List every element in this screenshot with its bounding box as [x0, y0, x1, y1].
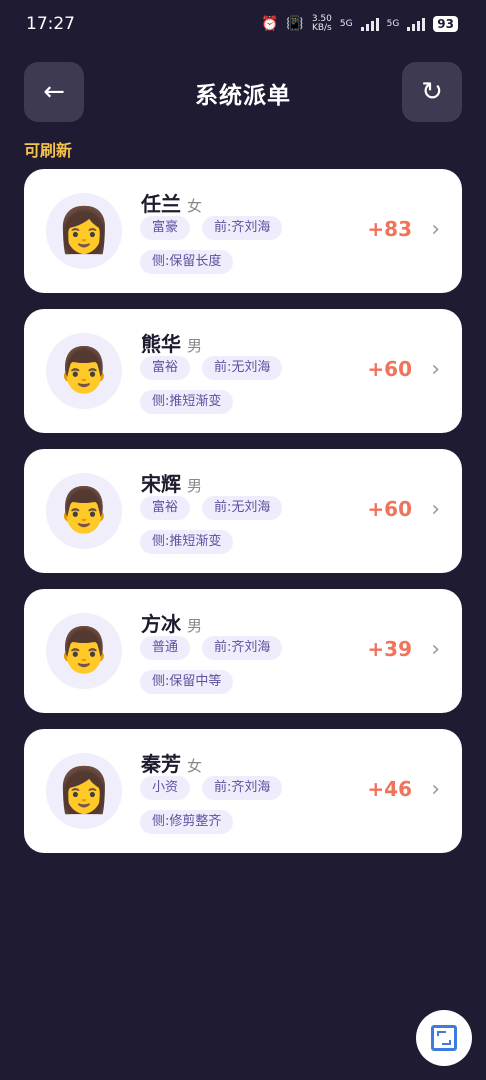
- order-card[interactable]: 👩 任兰女 富豪 前:齐刘海 侧:保留长度 +83 ›: [24, 169, 462, 293]
- name-text: 熊华: [141, 332, 181, 356]
- status-time: 17:27: [26, 14, 75, 34]
- gender-label: 女: [187, 197, 203, 215]
- front-style-tag: 前:齐刘海: [202, 216, 283, 240]
- wealth-tag: 富豪: [140, 216, 191, 240]
- side-style-tag: 侧:修剪整齐: [140, 810, 234, 834]
- wealth-tag: 普通: [140, 636, 191, 660]
- speed-unit: KB/s: [311, 23, 332, 33]
- chevron-right-icon: ›: [431, 777, 440, 802]
- network-speed: 3.50 KB/s: [312, 15, 332, 33]
- man-avatar-icon: 👨: [56, 625, 112, 676]
- refresh-icon: ↻: [421, 77, 443, 107]
- side-style-tag: 侧:推短渐变: [140, 390, 234, 414]
- name-text: 任兰: [141, 192, 181, 216]
- vibrate-icon: 📳: [286, 16, 304, 32]
- gender-label: 男: [187, 617, 203, 635]
- name-text: 秦芳: [141, 752, 181, 776]
- order-card[interactable]: 👩 秦芳女 小资 前:齐刘海 侧:修剪整齐 +46 ›: [24, 729, 462, 853]
- score-value: +83: [367, 217, 412, 241]
- battery-indicator: 93: [433, 16, 458, 32]
- name-text: 宋辉: [141, 472, 181, 496]
- score-value: +60: [367, 497, 412, 521]
- header: ← 系统派单 ↻: [0, 62, 486, 122]
- side-style-tag: 侧:保留中等: [140, 670, 234, 694]
- signal-icon-2: [407, 17, 426, 31]
- customer-name: 方冰男: [141, 608, 202, 637]
- refresh-button[interactable]: ↻: [402, 62, 462, 122]
- score-value: +39: [367, 637, 412, 661]
- customer-name: 宋辉男: [141, 468, 202, 497]
- avatar: 👨: [46, 473, 122, 549]
- customer-name: 秦芳女: [141, 748, 202, 777]
- side-style-tag: 侧:推短渐变: [140, 530, 234, 554]
- side-style-tag: 侧:保留长度: [140, 250, 234, 274]
- front-style-tag: 前:齐刘海: [202, 636, 283, 660]
- customer-name: 熊华男: [141, 328, 202, 357]
- woman-avatar-icon: 👩: [56, 205, 112, 256]
- order-card[interactable]: 👨 方冰男 普通 前:齐刘海 侧:保留中等 +39 ›: [24, 589, 462, 713]
- gender-label: 男: [187, 477, 203, 495]
- order-card[interactable]: 👨 熊华男 富裕 前:无刘海 侧:推短渐变 +60 ›: [24, 309, 462, 433]
- status-icons: ⏰ 📳 3.50 KB/s 5G 5G 93: [261, 15, 458, 33]
- refresh-hint: 可刷新: [24, 141, 73, 160]
- avatar: 👩: [46, 193, 122, 269]
- avatar: 👨: [46, 333, 122, 409]
- avatar: 👩: [46, 753, 122, 829]
- score-value: +60: [367, 357, 412, 381]
- network-type-1: 5G: [339, 19, 353, 29]
- front-style-tag: 前:无刘海: [202, 356, 283, 380]
- man-avatar-icon: 👨: [56, 345, 112, 396]
- floating-window-button[interactable]: [416, 1010, 472, 1066]
- wealth-tag: 富裕: [140, 496, 191, 520]
- wealth-tag: 富裕: [140, 356, 191, 380]
- front-style-tag: 前:无刘海: [202, 496, 283, 520]
- gender-label: 女: [187, 757, 203, 775]
- alarm-icon: ⏰: [260, 16, 279, 32]
- front-style-tag: 前:齐刘海: [202, 776, 283, 800]
- chevron-right-icon: ›: [431, 357, 440, 382]
- status-bar: 17:27 ⏰ 📳 3.50 KB/s 5G 5G 93: [0, 0, 486, 52]
- network-type-2: 5G: [386, 19, 400, 29]
- man-avatar-icon: 👨: [56, 485, 112, 536]
- chevron-right-icon: ›: [431, 497, 440, 522]
- chevron-right-icon: ›: [431, 217, 440, 242]
- order-card[interactable]: 👨 宋辉男 富裕 前:无刘海 侧:推短渐变 +60 ›: [24, 449, 462, 573]
- wealth-tag: 小资: [140, 776, 191, 800]
- expand-window-icon: [431, 1025, 457, 1051]
- chevron-right-icon: ›: [431, 637, 440, 662]
- gender-label: 男: [187, 337, 203, 355]
- name-text: 方冰: [141, 612, 181, 636]
- score-value: +46: [367, 777, 412, 801]
- signal-icon: [360, 17, 379, 31]
- customer-name: 任兰女: [141, 188, 202, 217]
- avatar: 👨: [46, 613, 122, 689]
- woman-avatar-icon: 👩: [56, 765, 112, 816]
